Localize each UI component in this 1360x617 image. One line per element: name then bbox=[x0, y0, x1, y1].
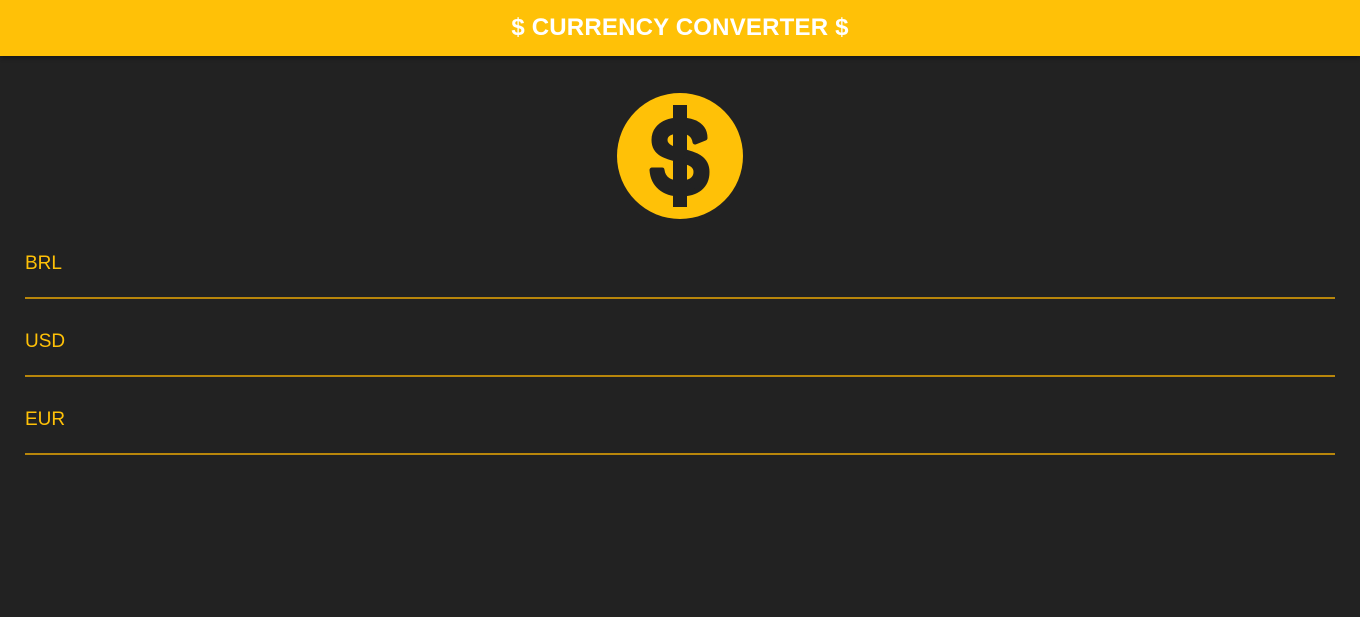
main-content: BRL USD EUR bbox=[0, 56, 1360, 617]
dollar-coin-icon bbox=[617, 93, 743, 219]
usd-input[interactable] bbox=[25, 321, 1335, 377]
usd-underline bbox=[25, 375, 1335, 377]
app-title: $ CURRENCY CONVERTER $ bbox=[511, 14, 849, 41]
eur-field[interactable]: EUR bbox=[25, 399, 1335, 455]
brl-underline bbox=[25, 297, 1335, 299]
brl-field[interactable]: BRL bbox=[25, 243, 1335, 299]
dollar-coin-svg bbox=[617, 93, 743, 219]
eur-input[interactable] bbox=[25, 399, 1335, 455]
usd-field[interactable]: USD bbox=[25, 321, 1335, 377]
eur-underline bbox=[25, 453, 1335, 455]
brl-input[interactable] bbox=[25, 243, 1335, 299]
app-bar: $ CURRENCY CONVERTER $ bbox=[0, 0, 1360, 56]
